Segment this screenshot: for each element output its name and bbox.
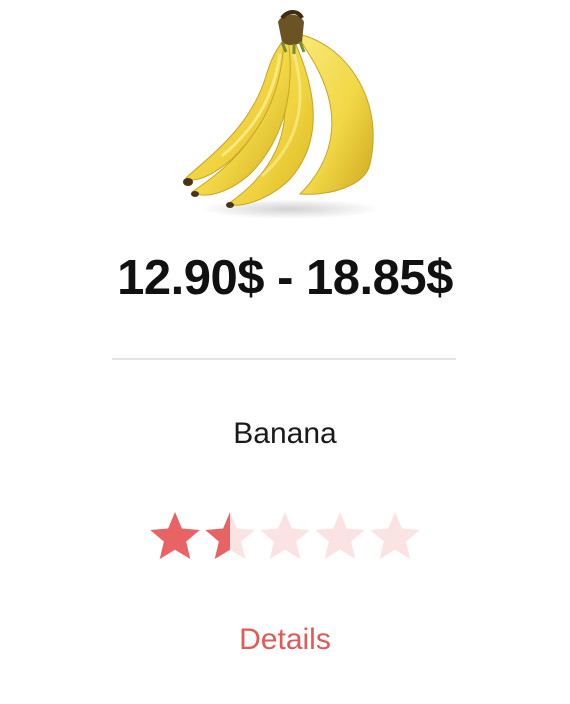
- star-icon: [315, 512, 365, 560]
- star-rating: [150, 508, 430, 568]
- details-link[interactable]: Details: [0, 620, 570, 660]
- price-range: 12.90$ - 18.85$: [117, 251, 453, 305]
- star-icon: [150, 512, 200, 560]
- star-icon: [205, 512, 255, 560]
- banana-image: [170, 4, 400, 224]
- star-icon: [260, 512, 310, 560]
- product-card: 12.90$ - 18.85$ Banana Details: [0, 0, 570, 704]
- star-icon: [370, 512, 420, 560]
- product-name: Banana: [233, 417, 337, 450]
- divider: [112, 358, 456, 360]
